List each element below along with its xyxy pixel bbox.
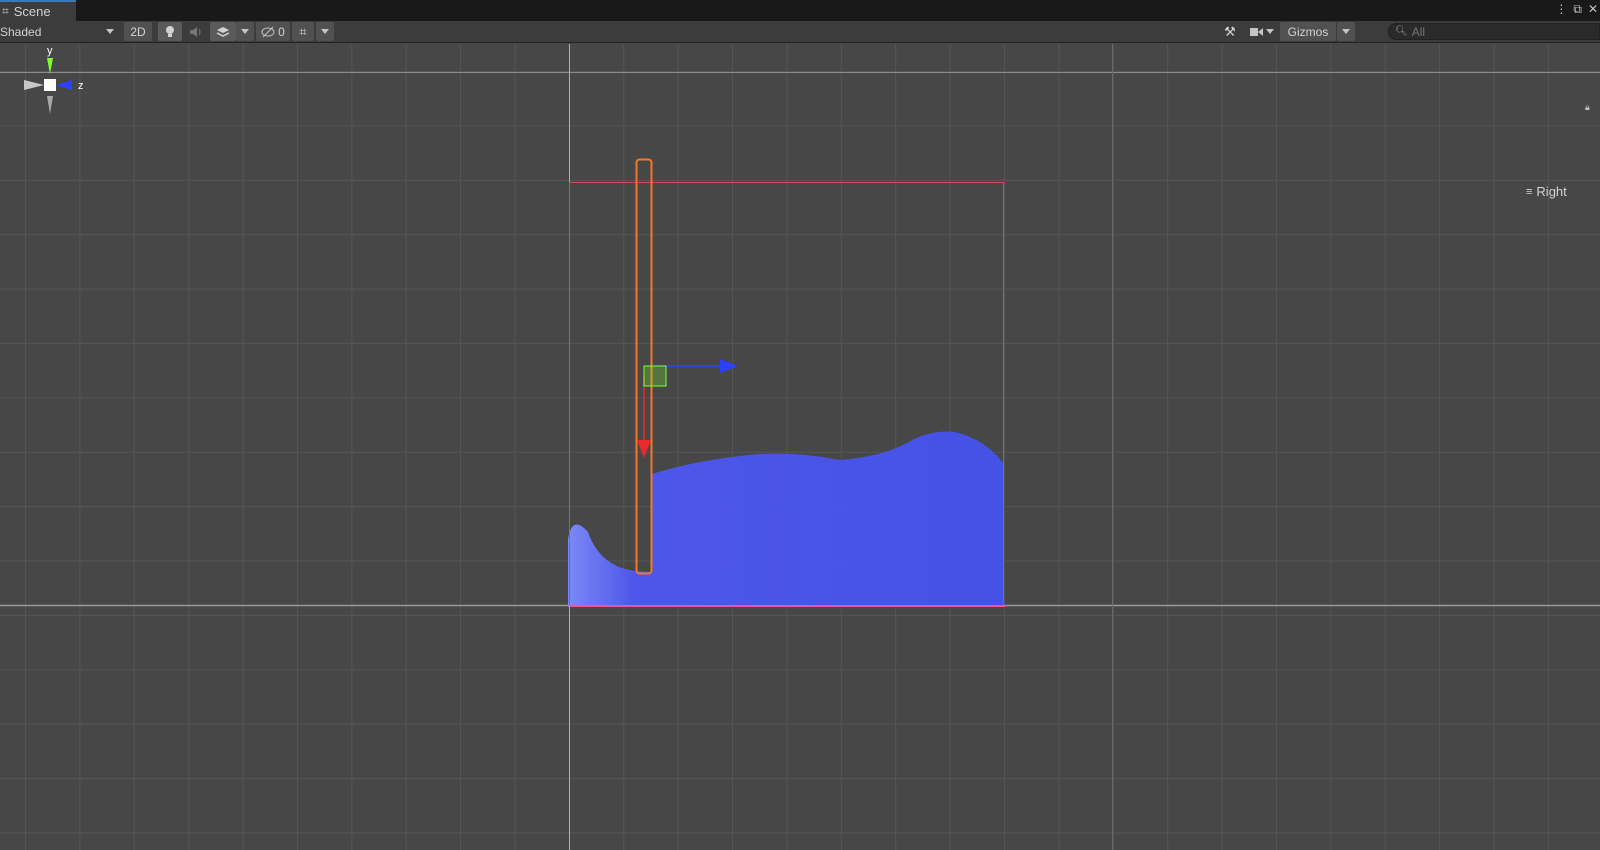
tab-scene[interactable]: ⌗ Scene — [0, 0, 76, 21]
close-icon[interactable]: ✕ — [1588, 2, 1598, 17]
maximize-icon[interactable]: ⧉ — [1573, 2, 1582, 17]
lightbulb-icon — [166, 25, 174, 37]
gizmos-label: Gizmos — [1287, 24, 1329, 39]
tools-icon: ⚒ — [1224, 23, 1236, 39]
hidden-count: 0 — [278, 24, 285, 39]
z-axis-cone-icon[interactable] — [56, 80, 72, 90]
search-input[interactable] — [1407, 24, 1592, 39]
tab-bar: ⌗ Scene ⋮ ⧉ ✕ — [0, 0, 1600, 21]
lock-icon[interactable]: 🔒︎ — [1585, 102, 1590, 113]
scene-toolbar: Shaded 2D 0 ⌗ ⚒ Gizmos 🔍︎ All — [0, 21, 1600, 43]
view-name: Right — [1536, 184, 1567, 199]
gizmo-center-cube[interactable] — [44, 79, 56, 91]
layers-icon — [216, 26, 230, 37]
gizmos-dropdown[interactable] — [1337, 22, 1355, 41]
effects-toggle-button[interactable] — [210, 22, 236, 41]
grid-icon: ⌗ — [2, 4, 9, 18]
chevron-down-icon — [321, 29, 329, 34]
neg-y-axis-cone-icon[interactable] — [47, 96, 53, 114]
tools-button[interactable]: ⚒ — [1218, 22, 1242, 41]
more-menu-icon[interactable]: ⋮ — [1555, 2, 1567, 17]
effects-dropdown[interactable] — [236, 22, 254, 41]
lighting-toggle-button[interactable] — [158, 22, 182, 41]
shading-mode-label: Shaded — [0, 24, 42, 39]
fluid-volume[interactable] — [568, 431, 1004, 608]
toggle-2d-button[interactable]: 2D — [124, 22, 152, 41]
scene-search[interactable]: 🔍︎ — [1388, 23, 1600, 40]
gizmos-button[interactable]: Gizmos — [1280, 22, 1336, 41]
search-icon: 🔍︎ — [1395, 26, 1408, 37]
z-axis-arrow-icon[interactable] — [720, 359, 738, 373]
hamburger-icon: ≡ — [1526, 185, 1533, 198]
grid-dropdown[interactable] — [316, 22, 334, 41]
shading-mode-dropdown[interactable]: Shaded — [0, 22, 118, 41]
z-axis-label: z — [78, 80, 84, 92]
scene-canvas — [0, 44, 1600, 850]
tab-actions: ⋮ ⧉ ✕ — [1555, 2, 1598, 17]
chevron-down-icon — [241, 29, 249, 34]
chevron-down-icon — [1266, 29, 1274, 34]
move-gizmo-plane-handle[interactable] — [643, 365, 667, 387]
neg-z-axis-cone-icon[interactable] — [24, 80, 44, 90]
audio-toggle-button[interactable] — [184, 22, 208, 41]
chevron-down-icon — [1342, 29, 1350, 34]
camera-settings-button[interactable] — [1246, 22, 1278, 41]
scene-viewport[interactable]: y z 🔒︎ ≡ Right — [0, 44, 1600, 850]
view-orientation-label[interactable]: ≡ Right — [1526, 184, 1567, 199]
y-axis-cone-icon[interactable] — [47, 58, 53, 74]
hidden-objects-toggle[interactable]: 0 — [256, 22, 290, 41]
grid-toggle-button[interactable]: ⌗ — [292, 22, 314, 41]
chevron-down-icon — [106, 29, 114, 34]
toggle-2d-label: 2D — [130, 24, 146, 39]
eye-slash-icon — [261, 26, 275, 37]
y-axis-arrow-icon[interactable] — [637, 440, 651, 458]
tab-title: Scene — [13, 4, 51, 19]
camera-icon — [1250, 27, 1263, 36]
y-axis-label: y — [47, 45, 53, 57]
orientation-gizmo[interactable]: y z — [0, 44, 100, 124]
speaker-icon — [190, 26, 201, 37]
grid-snap-icon: ⌗ — [299, 23, 307, 39]
